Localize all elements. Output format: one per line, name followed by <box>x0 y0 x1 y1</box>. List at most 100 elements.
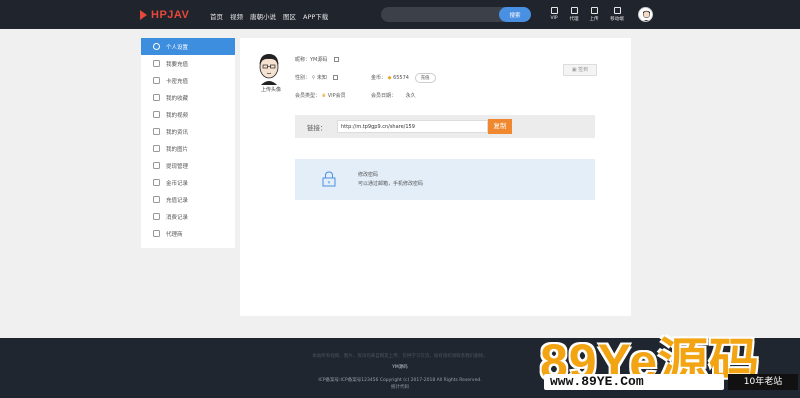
watermark: 89Ye源码 www.89YE.Com 10年老站 <box>540 322 800 398</box>
change-password-title: 修改密码 <box>358 172 379 178</box>
share-link-label: 链接： <box>307 124 327 132</box>
tool-mobile-label: 移动端 <box>610 17 624 22</box>
sidebar-item-consume-records[interactable]: 消费记录 <box>141 208 235 225</box>
top-header: HPJAV 首页 视频 唐朝小说 图区 APP下载 搜索 VIP 代理 上传 移… <box>0 0 800 29</box>
change-password-card[interactable]: 修改密码 可以通过邮箱，手机修改密码 <box>295 159 595 200</box>
sidebar-item-label: 消费记录 <box>166 214 189 221</box>
sidebar-item-agent[interactable]: 代理商 <box>141 225 235 242</box>
header-tools: VIP 代理 上传 移动端 <box>544 7 630 22</box>
upload-avatar-label[interactable]: 上传头像 <box>251 86 291 93</box>
agent-icon <box>570 7 578 14</box>
sign-in-label: 签到 <box>578 67 589 73</box>
member-type-value: VIP会员 <box>327 93 346 99</box>
video-icon <box>153 111 160 118</box>
tool-upload[interactable]: 上传 <box>584 7 604 22</box>
tool-vip[interactable]: VIP <box>544 7 564 22</box>
member-type-label: 会员类型： <box>295 93 321 99</box>
news-icon <box>153 128 160 135</box>
mobile-icon <box>613 7 621 14</box>
sidebar-item-card-recharge[interactable]: 卡密充值 <box>141 72 235 89</box>
image-icon <box>153 145 160 152</box>
star-icon <box>153 94 160 101</box>
vip-badge-icon: ♛ <box>321 93 327 99</box>
tool-agent[interactable]: 代理 <box>564 7 584 22</box>
watermark-tag: 10年老站 <box>728 374 798 390</box>
sidebar-item-label: 代理商 <box>166 231 183 238</box>
copy-button[interactable]: 复制 <box>488 119 512 134</box>
sidebar-item-recharge[interactable]: 我要充值 <box>141 55 235 72</box>
recharge-button[interactable]: 充值 <box>414 73 436 83</box>
coin-icon <box>153 179 160 186</box>
sidebar-item-label: 充值记录 <box>166 197 189 204</box>
sidebar-item-profile-settings[interactable]: 个人设置 <box>141 38 235 55</box>
location-pin-icon: ⚲ <box>311 75 316 81</box>
member-expire-value: 永久 <box>405 93 416 99</box>
sidebar-item-my-videos[interactable]: 我的视频 <box>141 106 235 123</box>
gender-label: 性别： <box>295 75 311 81</box>
share-link-bar: 链接： http://m.tp9gp9.cn/share/159 复制 <box>295 115 595 138</box>
sidebar-item-label: 个人设置 <box>166 44 189 51</box>
user-avatar[interactable] <box>638 7 653 22</box>
tool-vip-label: VIP <box>550 16 558 21</box>
nav-novel[interactable]: 唐朝小说 <box>250 11 276 21</box>
member-expire-label: 会员日期： <box>371 93 397 99</box>
nav-gallery[interactable]: 图区 <box>283 11 296 21</box>
sidebar-item-label: 我的资讯 <box>166 129 189 136</box>
sidebar-item-label: 我要充值 <box>166 61 189 68</box>
search-bar: 搜索 <box>381 7 531 22</box>
calendar-icon: ▣ <box>571 67 577 73</box>
nav-app-download[interactable]: APP下载 <box>303 11 328 21</box>
main-nav: 首页 视频 唐朝小说 图区 APP下载 <box>210 11 335 21</box>
change-password-desc: 可以通过邮箱，手机修改密码 <box>358 181 424 187</box>
tool-mobile[interactable]: 移动端 <box>604 7 630 22</box>
nav-video[interactable]: 视频 <box>230 11 243 21</box>
watermark-url: www.89YE.Com <box>550 374 644 389</box>
recharge-icon <box>153 60 160 67</box>
watermark-url-bar: www.89YE.Com <box>544 374 724 390</box>
sidebar-item-my-images[interactable]: 我的图片 <box>141 140 235 157</box>
vip-icon <box>550 7 558 14</box>
main-panel: 上传头像 昵称：YM源码 性别： ⚲ 未知 金币： ◆ 65574 充值 会员类… <box>240 38 631 316</box>
member-expire-row: 会员日期： 永久 <box>371 92 416 99</box>
sidebar-item-label: 我的图片 <box>166 146 189 153</box>
search-input[interactable] <box>381 7 505 22</box>
share-link-field[interactable]: http://m.tp9gp9.cn/share/159 <box>337 120 488 133</box>
site-logo[interactable]: HPJAV <box>140 8 189 22</box>
sidebar-item-label: 我的收藏 <box>166 95 189 102</box>
profile-avatar[interactable] <box>256 51 282 85</box>
nickname-text: 昵称：YM源码 <box>295 57 328 63</box>
card-icon <box>153 77 160 84</box>
gender-row: 性别： ⚲ 未知 <box>295 74 339 81</box>
gender-value: 未知 <box>316 75 327 81</box>
nickname-row: 昵称：YM源码 <box>295 56 339 63</box>
sidebar-item-withdraw[interactable]: 提现管理 <box>141 157 235 174</box>
sidebar-item-label: 提现管理 <box>166 163 189 170</box>
user-icon <box>153 43 160 50</box>
sidebar-item-favorites[interactable]: 我的收藏 <box>141 89 235 106</box>
consume-icon <box>153 213 160 220</box>
coins-value: 65574 <box>393 75 409 81</box>
nav-home[interactable]: 首页 <box>210 11 223 21</box>
upload-icon <box>590 7 598 14</box>
sign-in-button[interactable]: ▣ 签到 <box>563 64 597 76</box>
sidebar-item-my-news[interactable]: 我的资讯 <box>141 123 235 140</box>
tool-upload-label: 上传 <box>589 17 599 22</box>
coins-row: 金币： ◆ 65574 充值 <box>371 73 436 83</box>
sidebar-item-label: 卡密充值 <box>166 78 189 85</box>
coin-icon: ◆ <box>387 75 392 81</box>
sidebar-item-coin-records[interactable]: 金币记录 <box>141 174 235 191</box>
search-button[interactable]: 搜索 <box>499 7 531 22</box>
edit-icon[interactable] <box>333 57 339 62</box>
logo-text: HPJAV <box>151 9 190 21</box>
lock-icon <box>322 171 336 187</box>
agent-icon <box>153 230 160 237</box>
tool-agent-label: 代理 <box>569 17 579 22</box>
member-type-row: 会员类型： ♛ VIP会员 <box>295 92 346 99</box>
sidebar: 个人设置 我要充值 卡密充值 我的收藏 我的视频 我的资讯 我的图片 提现管理 … <box>141 38 235 248</box>
withdraw-icon <box>153 162 160 169</box>
edit-icon[interactable] <box>333 75 339 80</box>
sidebar-item-recharge-records[interactable]: 充值记录 <box>141 191 235 208</box>
sidebar-item-label: 我的视频 <box>166 112 189 119</box>
recharge-record-icon <box>153 196 160 203</box>
logo-icon <box>140 9 148 21</box>
